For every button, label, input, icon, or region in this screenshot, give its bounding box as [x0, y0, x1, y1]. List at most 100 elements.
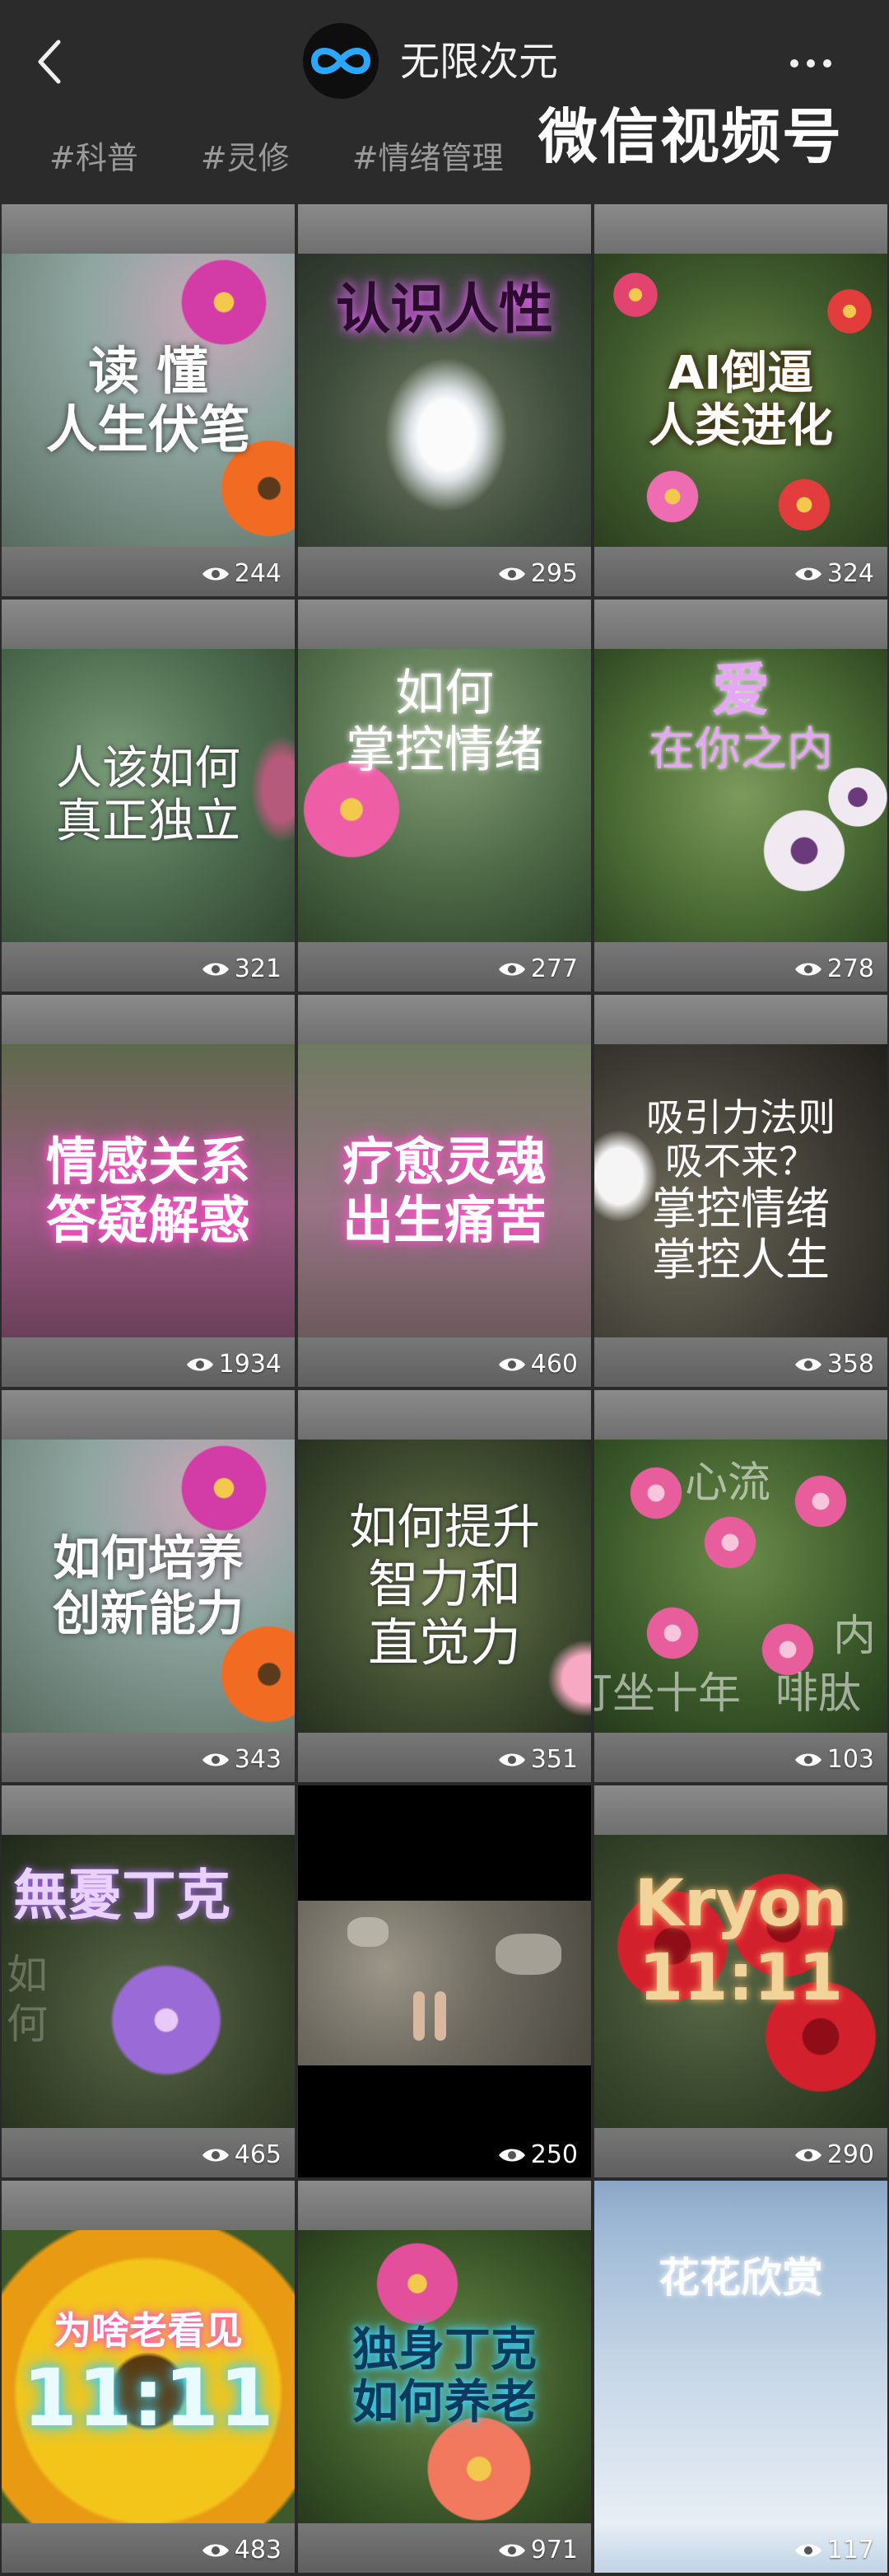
view-count-text: 295: [530, 559, 578, 588]
caption-line: 直觉力: [367, 1612, 521, 1673]
view-count: 117: [794, 2536, 874, 2564]
video-card[interactable]: 人该如何 真正独立 321: [2, 600, 295, 992]
view-count-text: 277: [530, 954, 578, 983]
channel-avatar[interactable]: [303, 23, 379, 99]
eye-icon: [498, 567, 525, 580]
caption-line: 掌控情绪: [346, 721, 543, 779]
eye-icon: [202, 2149, 229, 2161]
tag-spiritual[interactable]: #灵修: [201, 135, 290, 181]
video-thumbnail: 认识人性: [298, 254, 591, 547]
video-thumbnail: 爱 在你之内: [594, 649, 887, 942]
caption-line: 人生伏笔: [45, 399, 250, 460]
view-count: 460: [498, 1350, 578, 1379]
caption-line: 何: [7, 2000, 48, 2048]
video-card[interactable]: 如何提升 智力和 直觉力 351: [298, 1390, 591, 1782]
caption-line: 在你之内: [649, 722, 833, 777]
eye-icon: [202, 1753, 229, 1766]
view-count: 351: [498, 1745, 578, 1774]
tag-emotion[interactable]: #情绪管理: [352, 135, 504, 181]
eye-icon: [186, 1358, 213, 1370]
caption-line: 花花欣赏: [659, 2254, 823, 2302]
eye-icon: [498, 1358, 525, 1370]
view-count: 250: [498, 2140, 578, 2169]
video-thumbnail: 如何 掌控情绪: [298, 649, 591, 942]
eye-icon: [498, 963, 525, 975]
dot-icon: [823, 59, 831, 68]
view-count-text: 103: [826, 1745, 874, 1774]
back-button[interactable]: [25, 33, 74, 91]
video-thumbnail: [298, 1835, 591, 2128]
video-thumbnail: 独身丁克 如何养老: [298, 2230, 591, 2523]
view-count-text: 351: [530, 1745, 578, 1774]
eye-icon: [794, 963, 822, 975]
video-thumbnail: 如何提升 智力和 直觉力: [298, 1440, 591, 1733]
video-thumbnail: 为啥老看见 11:11: [2, 2230, 295, 2523]
eye-icon: [202, 567, 229, 580]
video-thumbnail: 無憂丁克 如 何: [2, 1835, 295, 2128]
eye-icon: [498, 1753, 525, 1766]
more-options-button[interactable]: [782, 35, 840, 92]
view-count-text: 250: [530, 2140, 578, 2169]
video-thumbnail: 读 懂 人生伏笔: [2, 254, 295, 547]
tag-science[interactable]: #科普: [49, 135, 138, 181]
video-card[interactable]: 认识人性 295: [298, 204, 591, 596]
view-count-text: 460: [530, 1350, 578, 1379]
video-card[interactable]: 心流 打坐十年 内 啡肽 103: [594, 1390, 887, 1782]
top-bar: 无限次元 微信视频号 #科普 #灵修 #情绪管理: [0, 0, 889, 204]
caption-line: AI倒逼: [668, 346, 814, 400]
view-count: 343: [202, 1745, 282, 1774]
video-card[interactable]: 为啥老看见 11:11 483: [2, 2181, 295, 2573]
caption-line: Kryon: [634, 1867, 848, 1941]
video-card[interactable]: 如何 掌控情绪 277: [298, 600, 591, 992]
video-card[interactable]: AI倒逼 人类进化 324: [594, 204, 887, 596]
video-card[interactable]: 花花欣赏 117: [594, 2181, 887, 2573]
caption-line: 如何培养: [52, 1530, 244, 1587]
caption-line: 無憂丁克: [13, 1864, 230, 1927]
eye-icon: [498, 2149, 525, 2161]
video-card[interactable]: 独身丁克 如何养老 971: [298, 2181, 591, 2573]
caption-line: 独身丁克: [352, 2322, 537, 2377]
view-count-text: 358: [826, 1350, 874, 1379]
channel-title: 无限次元: [400, 39, 559, 85]
caption-line: 答疑解惑: [45, 1190, 250, 1250]
caption-line: 爱: [712, 656, 770, 724]
video-card[interactable]: 無憂丁克 如 何 465: [2, 1785, 295, 2177]
view-count-text: 290: [826, 2140, 874, 2169]
caption-line: 真正独立: [56, 795, 240, 848]
view-count: 277: [498, 954, 578, 983]
dot-icon: [807, 59, 815, 68]
caption-line: 内: [833, 1612, 877, 1661]
video-card[interactable]: 吸引力法则 吸不来？ 掌控情绪 掌控人生 358: [594, 995, 887, 1387]
caption-line: 疗愈灵魂: [342, 1131, 547, 1192]
view-count: 321: [202, 954, 282, 983]
view-count: 290: [794, 2140, 874, 2169]
video-thumbnail: 人该如何 真正独立: [2, 649, 295, 942]
view-count-text: 278: [826, 954, 874, 983]
eye-icon: [794, 2149, 822, 2161]
video-card[interactable]: 250: [298, 1785, 591, 2177]
video-card[interactable]: Kryon 11:11 290: [594, 1785, 887, 2177]
video-card[interactable]: 读 懂 人生伏笔 244: [2, 204, 295, 596]
caption-line: 如何提升: [348, 1499, 540, 1556]
view-count-text: 971: [530, 2536, 578, 2564]
caption-line: 出生痛苦: [342, 1190, 547, 1250]
video-card[interactable]: 疗愈灵魂 出生痛苦 460: [298, 995, 591, 1387]
caption-line: 吸引力法则: [646, 1095, 835, 1141]
eye-icon: [202, 963, 229, 975]
view-count-text: 483: [234, 2536, 282, 2564]
caption-line: 情感关系: [45, 1131, 250, 1192]
caption-line: 心流: [685, 1458, 771, 1508]
view-count: 971: [498, 2536, 578, 2564]
infinity-logo-icon: [310, 48, 371, 74]
video-card[interactable]: 如何培养 创新能力 343: [2, 1390, 295, 1782]
view-count-text: 465: [234, 2140, 282, 2169]
view-count: 278: [794, 954, 874, 983]
video-card[interactable]: 爱 在你之内 278: [594, 600, 887, 992]
view-count-text: 324: [826, 559, 874, 588]
tag-list: #科普 #灵修 #情绪管理: [49, 135, 504, 181]
caption-line: 掌控情绪: [652, 1182, 830, 1234]
view-count: 1934: [186, 1350, 282, 1379]
video-card[interactable]: 情感关系 答疑解惑 1934: [2, 995, 295, 1387]
view-count: 483: [202, 2536, 282, 2564]
caption-line: 如何: [395, 665, 494, 722]
